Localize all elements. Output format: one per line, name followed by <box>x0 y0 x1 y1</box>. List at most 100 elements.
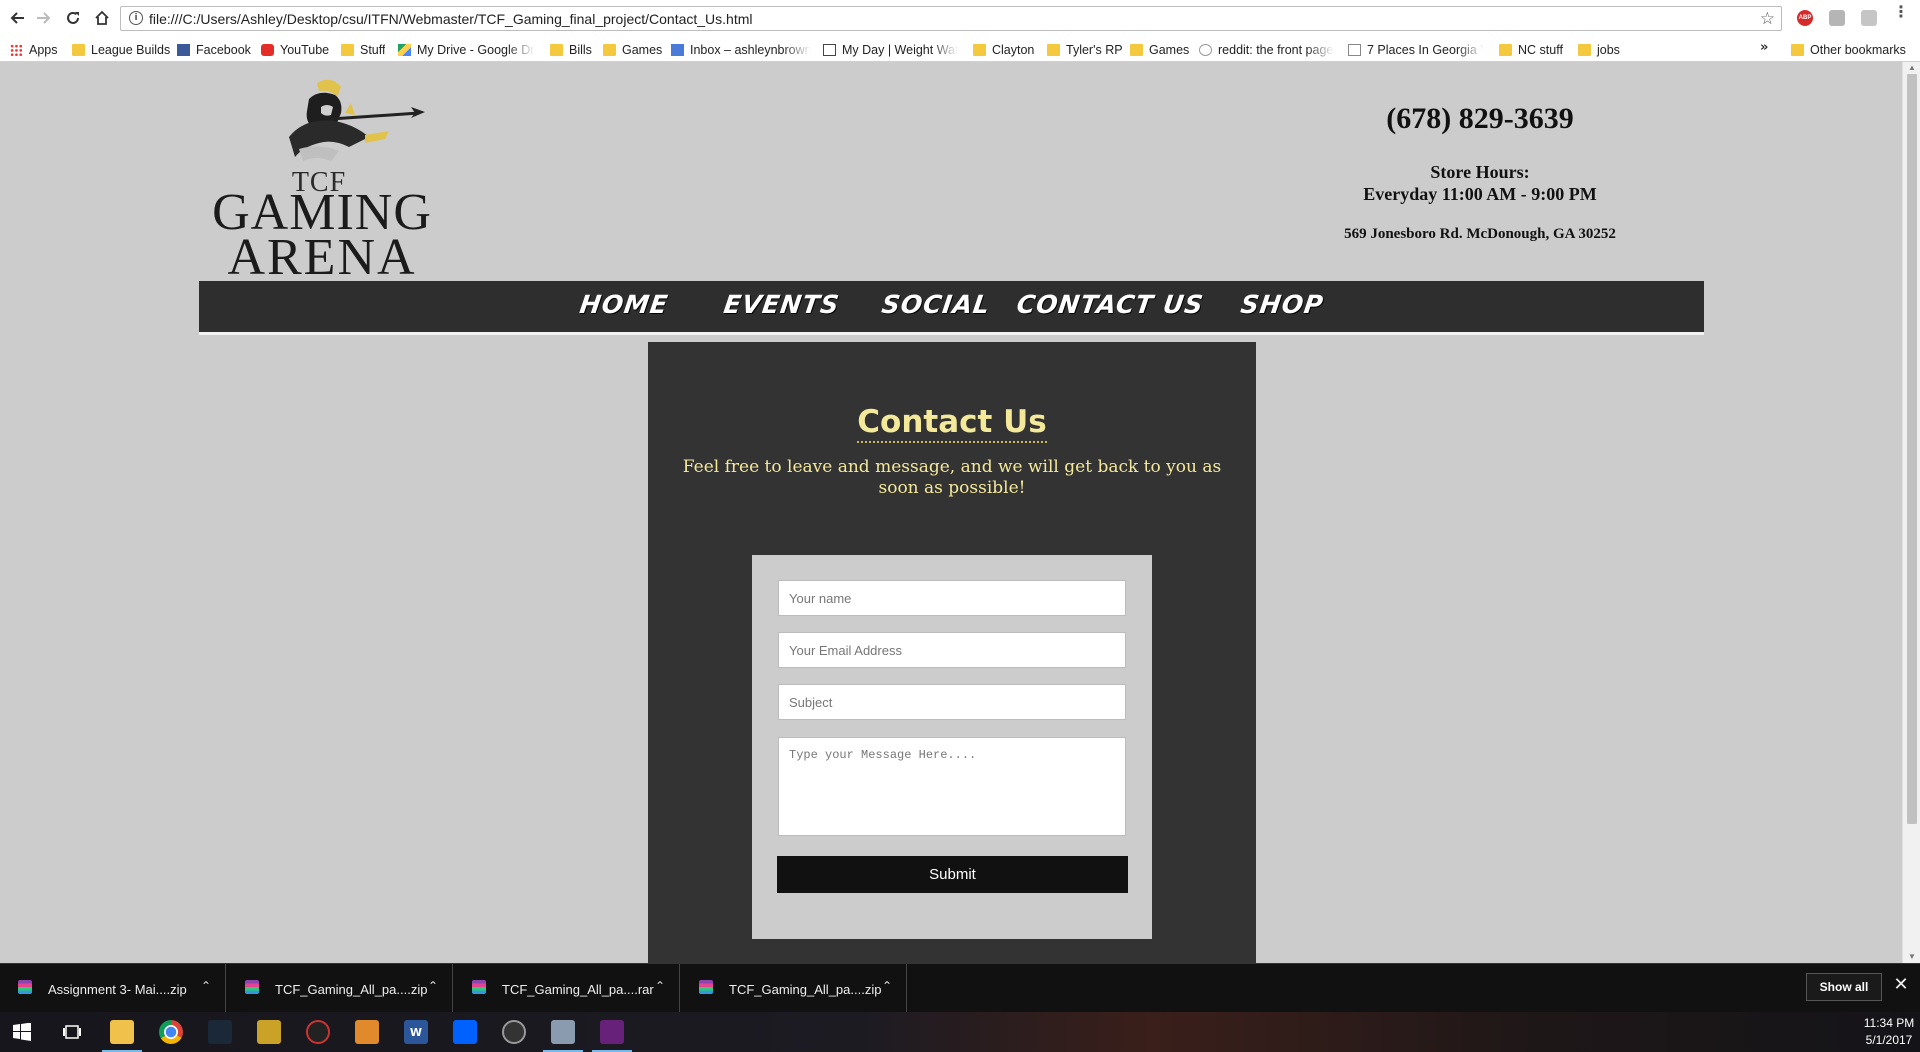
site-logo[interactable]: TCF GAMING ARENA <box>204 77 444 286</box>
forward-arrow-icon[interactable] <box>33 8 53 28</box>
app-icon[interactable] <box>257 1020 281 1044</box>
url-text[interactable]: file:///C:/Users/Ashley/Desktop/csu/ITFN… <box>149 11 753 27</box>
mail-icon <box>671 43 684 56</box>
app-icon[interactable] <box>543 1020 583 1052</box>
bookmark-youtube[interactable]: YouTube <box>261 41 329 58</box>
show-all-downloads-button[interactable]: Show all <box>1806 973 1882 1001</box>
word-icon[interactable]: W <box>404 1020 428 1044</box>
close-icon[interactable]: ✕ <box>1893 975 1909 995</box>
reload-icon[interactable] <box>63 8 83 28</box>
bookmark-inbox[interactable]: Inbox – ashleynbrown <box>671 41 811 58</box>
taskbar-clock-time[interactable]: 11:34 PM <box>1862 1016 1916 1030</box>
contact-form: Submit <box>752 555 1152 939</box>
file-explorer-icon[interactable] <box>102 1020 142 1052</box>
windows-start-icon[interactable] <box>10 1020 34 1044</box>
folder-icon <box>1578 43 1591 56</box>
chevron-up-icon[interactable]: ⌃ <box>201 979 211 993</box>
archive-icon <box>18 980 32 994</box>
message-field[interactable] <box>778 737 1126 836</box>
info-icon[interactable]: i <box>129 11 143 25</box>
subject-field[interactable] <box>778 684 1126 720</box>
spartan-warrior-logo-icon <box>289 79 425 161</box>
dropbox-icon[interactable] <box>453 1020 477 1044</box>
bookmark-apps[interactable]: Apps <box>10 41 58 58</box>
bookmarks-bar: Apps League Builds Facebook YouTube Stuf… <box>0 37 1920 62</box>
logo-text-arena: ARENA <box>227 229 417 286</box>
folder-icon <box>1499 43 1512 56</box>
task-view-icon[interactable] <box>60 1020 84 1044</box>
nav-home[interactable]: HOME <box>578 290 670 319</box>
name-field[interactable] <box>778 580 1126 616</box>
nav-events[interactable]: EVENTS <box>722 290 842 319</box>
app-icon[interactable] <box>355 1020 379 1044</box>
bookmark-games[interactable]: Games <box>603 41 662 58</box>
store-hours-label: Store Hours: <box>1430 162 1530 182</box>
store-address: 569 Jonesboro Rd. McDonough, GA 30252 <box>1344 226 1616 242</box>
folder-icon <box>1130 43 1143 56</box>
facebook-icon <box>177 43 190 56</box>
bookmark-google-drive[interactable]: My Drive - Google Dr <box>398 41 535 58</box>
bookmarks-overflow-icon[interactable]: » <box>1760 40 1768 55</box>
chevron-up-icon[interactable]: ⌃ <box>428 979 438 993</box>
bookmark-7-places-georgia[interactable]: 7 Places In Georgia Yo <box>1348 41 1484 58</box>
bookmark-weight-watchers[interactable]: My Day | Weight Wat <box>823 41 958 58</box>
home-icon[interactable] <box>92 8 112 28</box>
scrollbar-thumb[interactable] <box>1907 74 1917 824</box>
folder-icon <box>341 43 354 56</box>
bookmark-jobs[interactable]: jobs <box>1578 41 1620 58</box>
scroll-up-arrow-icon[interactable]: ▲ <box>1907 63 1917 73</box>
page-content: TCF GAMING ARENA (678) 829-3639 Store Ho… <box>0 62 1902 963</box>
bookmark-facebook[interactable]: Facebook <box>177 41 251 58</box>
obs-icon[interactable] <box>502 1020 526 1044</box>
bookmark-clayton[interactable]: Clayton <box>973 41 1034 58</box>
reddit-icon <box>1199 43 1212 56</box>
bookmark-bills[interactable]: Bills <box>550 41 592 58</box>
archive-icon <box>472 980 486 994</box>
contact-intro-text: Feel free to leave and message, and we w… <box>682 457 1222 498</box>
address-bar[interactable]: i file:///C:/Users/Ashley/Desktop/csu/IT… <box>120 6 1782 31</box>
store-hours-value: Everyday 11:00 AM - 9:00 PM <box>1363 184 1597 204</box>
download-item[interactable]: Assignment 3- Mai....zip ⌃ <box>0 964 226 1012</box>
bookmark-star-icon[interactable]: ☆ <box>1760 9 1775 29</box>
google-drive-icon <box>398 43 411 56</box>
taskbar-clock-date[interactable]: 5/1/2017 <box>1862 1033 1916 1047</box>
nav-contact-us[interactable]: CONTACT US <box>1015 290 1206 319</box>
extension-icon[interactable] <box>1861 10 1877 26</box>
windows-taskbar: W 11:34 PM 5/1/2017 <box>0 1012 1920 1052</box>
other-bookmarks[interactable]: Other bookmarks <box>1791 41 1906 58</box>
download-item[interactable]: TCF_Gaming_All_pa....zip ⌃ <box>681 964 907 1012</box>
bookmark-stuff[interactable]: Stuff <box>341 41 385 58</box>
chevron-up-icon[interactable]: ⌃ <box>882 979 892 993</box>
back-arrow-icon[interactable] <box>8 8 28 28</box>
nav-shop[interactable]: SHOP <box>1239 290 1326 319</box>
scroll-down-arrow-icon[interactable]: ▼ <box>1907 952 1917 962</box>
folder-icon <box>1791 43 1804 56</box>
visual-studio-icon[interactable] <box>592 1020 632 1052</box>
folder-icon <box>72 43 85 56</box>
league-icon[interactable] <box>306 1020 330 1044</box>
submit-button[interactable]: Submit <box>777 856 1128 893</box>
folder-icon <box>603 43 616 56</box>
page-icon <box>1348 43 1361 56</box>
download-item[interactable]: TCF_Gaming_All_pa....rar ⌃ <box>454 964 680 1012</box>
weight-watchers-icon <box>823 43 836 56</box>
extension-icon[interactable] <box>1829 10 1845 26</box>
nav-social[interactable]: SOCIAL <box>880 290 992 319</box>
adblock-plus-icon[interactable]: ABP <box>1797 10 1813 26</box>
bookmark-league-builds[interactable]: League Builds <box>72 41 170 58</box>
bookmark-games[interactable]: Games <box>1130 41 1189 58</box>
folder-icon <box>1047 43 1060 56</box>
bookmark-nc-stuff[interactable]: NC stuff <box>1499 41 1563 58</box>
main-nav: HOME EVENTS SOCIAL CONTACT US SHOP <box>199 281 1704 335</box>
youtube-icon <box>261 43 274 56</box>
chevron-up-icon[interactable]: ⌃ <box>655 979 665 993</box>
bookmark-reddit[interactable]: reddit: the front page <box>1199 41 1334 58</box>
download-item[interactable]: TCF_Gaming_All_pa....zip ⌃ <box>227 964 453 1012</box>
archive-icon <box>245 980 259 994</box>
bookmark-tylers-rp[interactable]: Tyler's RP <box>1047 41 1123 58</box>
chrome-icon[interactable] <box>159 1020 183 1044</box>
page-scrollbar[interactable]: ▲ ▼ <box>1902 62 1920 963</box>
steam-icon[interactable] <box>208 1020 232 1044</box>
browser-menu-icon[interactable]: ⋮ <box>1893 4 1909 28</box>
email-field[interactable] <box>778 632 1126 668</box>
